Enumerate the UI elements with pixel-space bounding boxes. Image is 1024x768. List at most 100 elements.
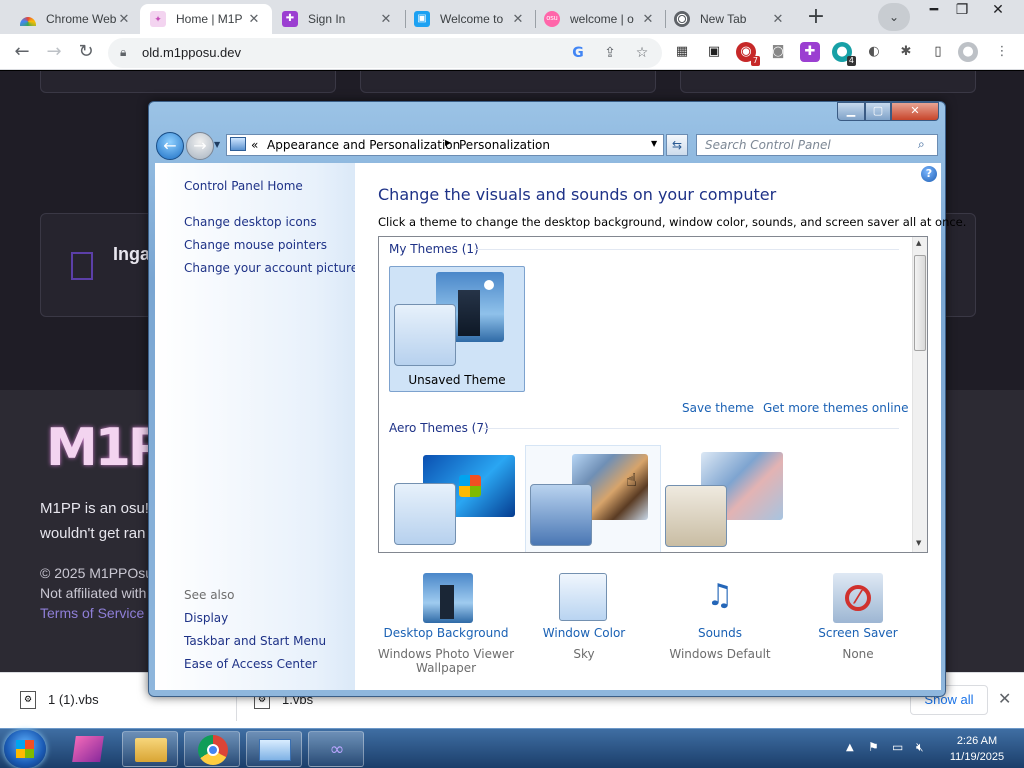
tab-chrome-web[interactable]: Chrome Web ✕ [10, 4, 142, 34]
extension-badge: 4 [846, 56, 856, 66]
search-control-panel-input[interactable]: Search Control Panel [696, 134, 938, 156]
tab-sign-in[interactable]: ✚ Sign In ✕ [272, 4, 404, 34]
tab-title: Chrome Web [46, 12, 116, 26]
glass-color-swatch [665, 485, 727, 547]
change-mouse-pointers-link[interactable]: Change mouse pointers [184, 238, 327, 252]
save-theme-link[interactable]: Save theme [682, 401, 754, 415]
ease-of-access-link[interactable]: Ease of Access Center [184, 657, 317, 671]
breadcrumb-separator-icon[interactable]: ▶ [445, 138, 451, 147]
puzzle-extension-icon[interactable]: ✚ [800, 42, 820, 62]
window-color-setting[interactable]: Window Color Sky [514, 570, 654, 680]
lock-icon: ▣ [414, 11, 430, 27]
breadcrumb-appearance[interactable]: Appearance and Personalization [267, 138, 460, 152]
tab-welcome-osu[interactable]: osu welcome | o ✕ [534, 4, 666, 34]
change-account-picture-link[interactable]: Change your account picture [184, 261, 358, 275]
architecture-theme-tile[interactable]: ☝ [525, 445, 661, 552]
control-panel-address-bar[interactable]: « Appearance and Personalization ▶ Perso… [226, 134, 664, 156]
volume-muted-icon[interactable]: 🔇︎ [916, 740, 932, 754]
sounds-setting[interactable]: ♫ Sounds Windows Default [650, 570, 790, 680]
user-name: Inga [113, 244, 151, 264]
address-dropdown-icon[interactable]: ▼ [651, 139, 657, 148]
download-item-name[interactable]: 1 (1).vbs [48, 692, 99, 707]
close-tab-icon[interactable]: ✕ [378, 11, 394, 27]
change-desktop-icons-link[interactable]: Change desktop icons [184, 215, 317, 229]
screen-saver-link[interactable]: Screen Saver [788, 626, 928, 640]
google-lens-icon[interactable]: G [569, 44, 587, 62]
forward-button[interactable]: → [40, 38, 68, 66]
scroll-up-icon[interactable]: ▲ [916, 239, 921, 247]
close-tab-icon[interactable]: ✕ [770, 11, 786, 27]
terms-of-service-link[interactable]: Terms of Service [40, 605, 144, 621]
reload-button[interactable]: ↻ [72, 38, 100, 66]
unsaved-theme-tile[interactable]: Unsaved Theme [389, 266, 525, 392]
extensions-puzzle-icon[interactable]: ✱ [896, 42, 916, 62]
see-also-heading: See also [184, 588, 235, 602]
close-browser-button[interactable]: ✕ [980, 0, 1016, 22]
close-tab-icon[interactable]: ✕ [510, 11, 526, 27]
tab-new-tab[interactable]: New Tab ✕ [664, 4, 796, 34]
chrome-taskbar-button[interactable] [184, 731, 240, 767]
close-download-bar-icon[interactable]: ✕ [998, 689, 1011, 708]
scrollbar-thumb[interactable] [914, 255, 926, 351]
windows-7-theme-tile[interactable] [389, 446, 525, 552]
scroll-down-icon[interactable]: ▼ [916, 539, 921, 547]
characters-theme-tile[interactable] [661, 446, 797, 552]
recent-pages-chevron-icon[interactable]: ▼ [214, 140, 220, 149]
tab-search-button[interactable]: ⌄ [878, 3, 910, 31]
chrome-menu-icon[interactable]: ⋮ [992, 42, 1012, 62]
display-link[interactable]: Display [184, 611, 228, 625]
help-icon[interactable]: ? [921, 166, 937, 182]
moon-extension-icon[interactable]: ◐ [864, 42, 884, 62]
camera-extension-icon[interactable]: ◙ [768, 42, 788, 62]
forward-arrow-button[interactable]: → [186, 132, 214, 160]
sounds-link[interactable]: Sounds [650, 626, 790, 640]
action-center-flag-icon[interactable]: ⚑ [868, 740, 884, 754]
bookmark-star-icon[interactable]: ☆ [633, 44, 651, 62]
close-tab-icon[interactable]: ✕ [246, 11, 262, 27]
file-explorer-taskbar-button[interactable] [122, 731, 178, 767]
desktop-background-setting[interactable]: Desktop Background Windows Photo Viewer … [376, 570, 516, 680]
red-extension-icon[interactable]: ◉ 7 [736, 42, 760, 66]
taskbar-clock[interactable]: 2:26 AM 11/19/2025 [936, 733, 1018, 765]
m1pp-icon: ✦ [150, 11, 166, 27]
control-panel-home-link[interactable]: Control Panel Home [184, 179, 303, 193]
lock-icon[interactable]: 🔒︎ [120, 45, 126, 60]
desktop-background-link[interactable]: Desktop Background [376, 626, 516, 640]
window-maximize-button[interactable]: ▢ [865, 102, 891, 121]
back-arrow-button[interactable]: ← [156, 132, 184, 160]
network-icon[interactable]: ▭ [892, 740, 908, 754]
share-icon[interactable]: ⇪ [601, 44, 619, 62]
chrome-icon [198, 735, 228, 765]
screen-saver-setting[interactable]: ⁄ Screen Saver None [788, 570, 928, 680]
breadcrumb-prefix[interactable]: « [251, 138, 258, 152]
qr-extension-icon[interactable]: ▦ [672, 42, 692, 62]
app-taskbar-button[interactable]: ∞ [308, 731, 364, 767]
search-icon[interactable]: ⌕ [918, 137, 925, 152]
close-tab-icon[interactable]: ✕ [116, 11, 132, 27]
group-divider [474, 249, 899, 250]
profile-avatar-icon[interactable]: ● [958, 42, 978, 62]
back-button[interactable]: ← [8, 38, 36, 66]
site-card [40, 71, 336, 93]
start-button[interactable] [4, 730, 46, 768]
desktop-background-value-2: Wallpaper [415, 661, 477, 675]
side-panel-icon[interactable]: ▯ [928, 42, 948, 62]
new-tab-button[interactable]: + [800, 2, 832, 34]
window-color-link[interactable]: Window Color [514, 626, 654, 640]
breadcrumb-personalization[interactable]: Personalization [459, 138, 550, 152]
control-panel-taskbar-button[interactable] [246, 731, 302, 767]
restore-browser-button[interactable]: ❐ [946, 0, 978, 22]
tab-welcome-to[interactable]: ▣ Welcome to ✕ [404, 4, 536, 34]
window-close-button[interactable]: ✕ [891, 102, 939, 121]
window-minimize-button[interactable]: ▁ [837, 102, 865, 121]
pink-cube-app-icon[interactable] [68, 734, 108, 764]
refresh-icon[interactable]: ⇆ [666, 134, 688, 156]
tab-home-m1pp[interactable]: ✦ Home | M1P ✕ [140, 4, 272, 34]
teal-extension-icon[interactable]: ● 4 [832, 42, 856, 66]
get-more-themes-link[interactable]: Get more themes online [763, 401, 909, 415]
cast-extension-icon[interactable]: ▣ [704, 42, 724, 62]
close-tab-icon[interactable]: ✕ [640, 11, 656, 27]
taskbar-start-menu-link[interactable]: Taskbar and Start Menu [184, 634, 326, 648]
show-hidden-icons[interactable]: ▲ [846, 742, 854, 753]
theme-list-scrollbar[interactable]: ▲ ▼ [912, 237, 927, 552]
